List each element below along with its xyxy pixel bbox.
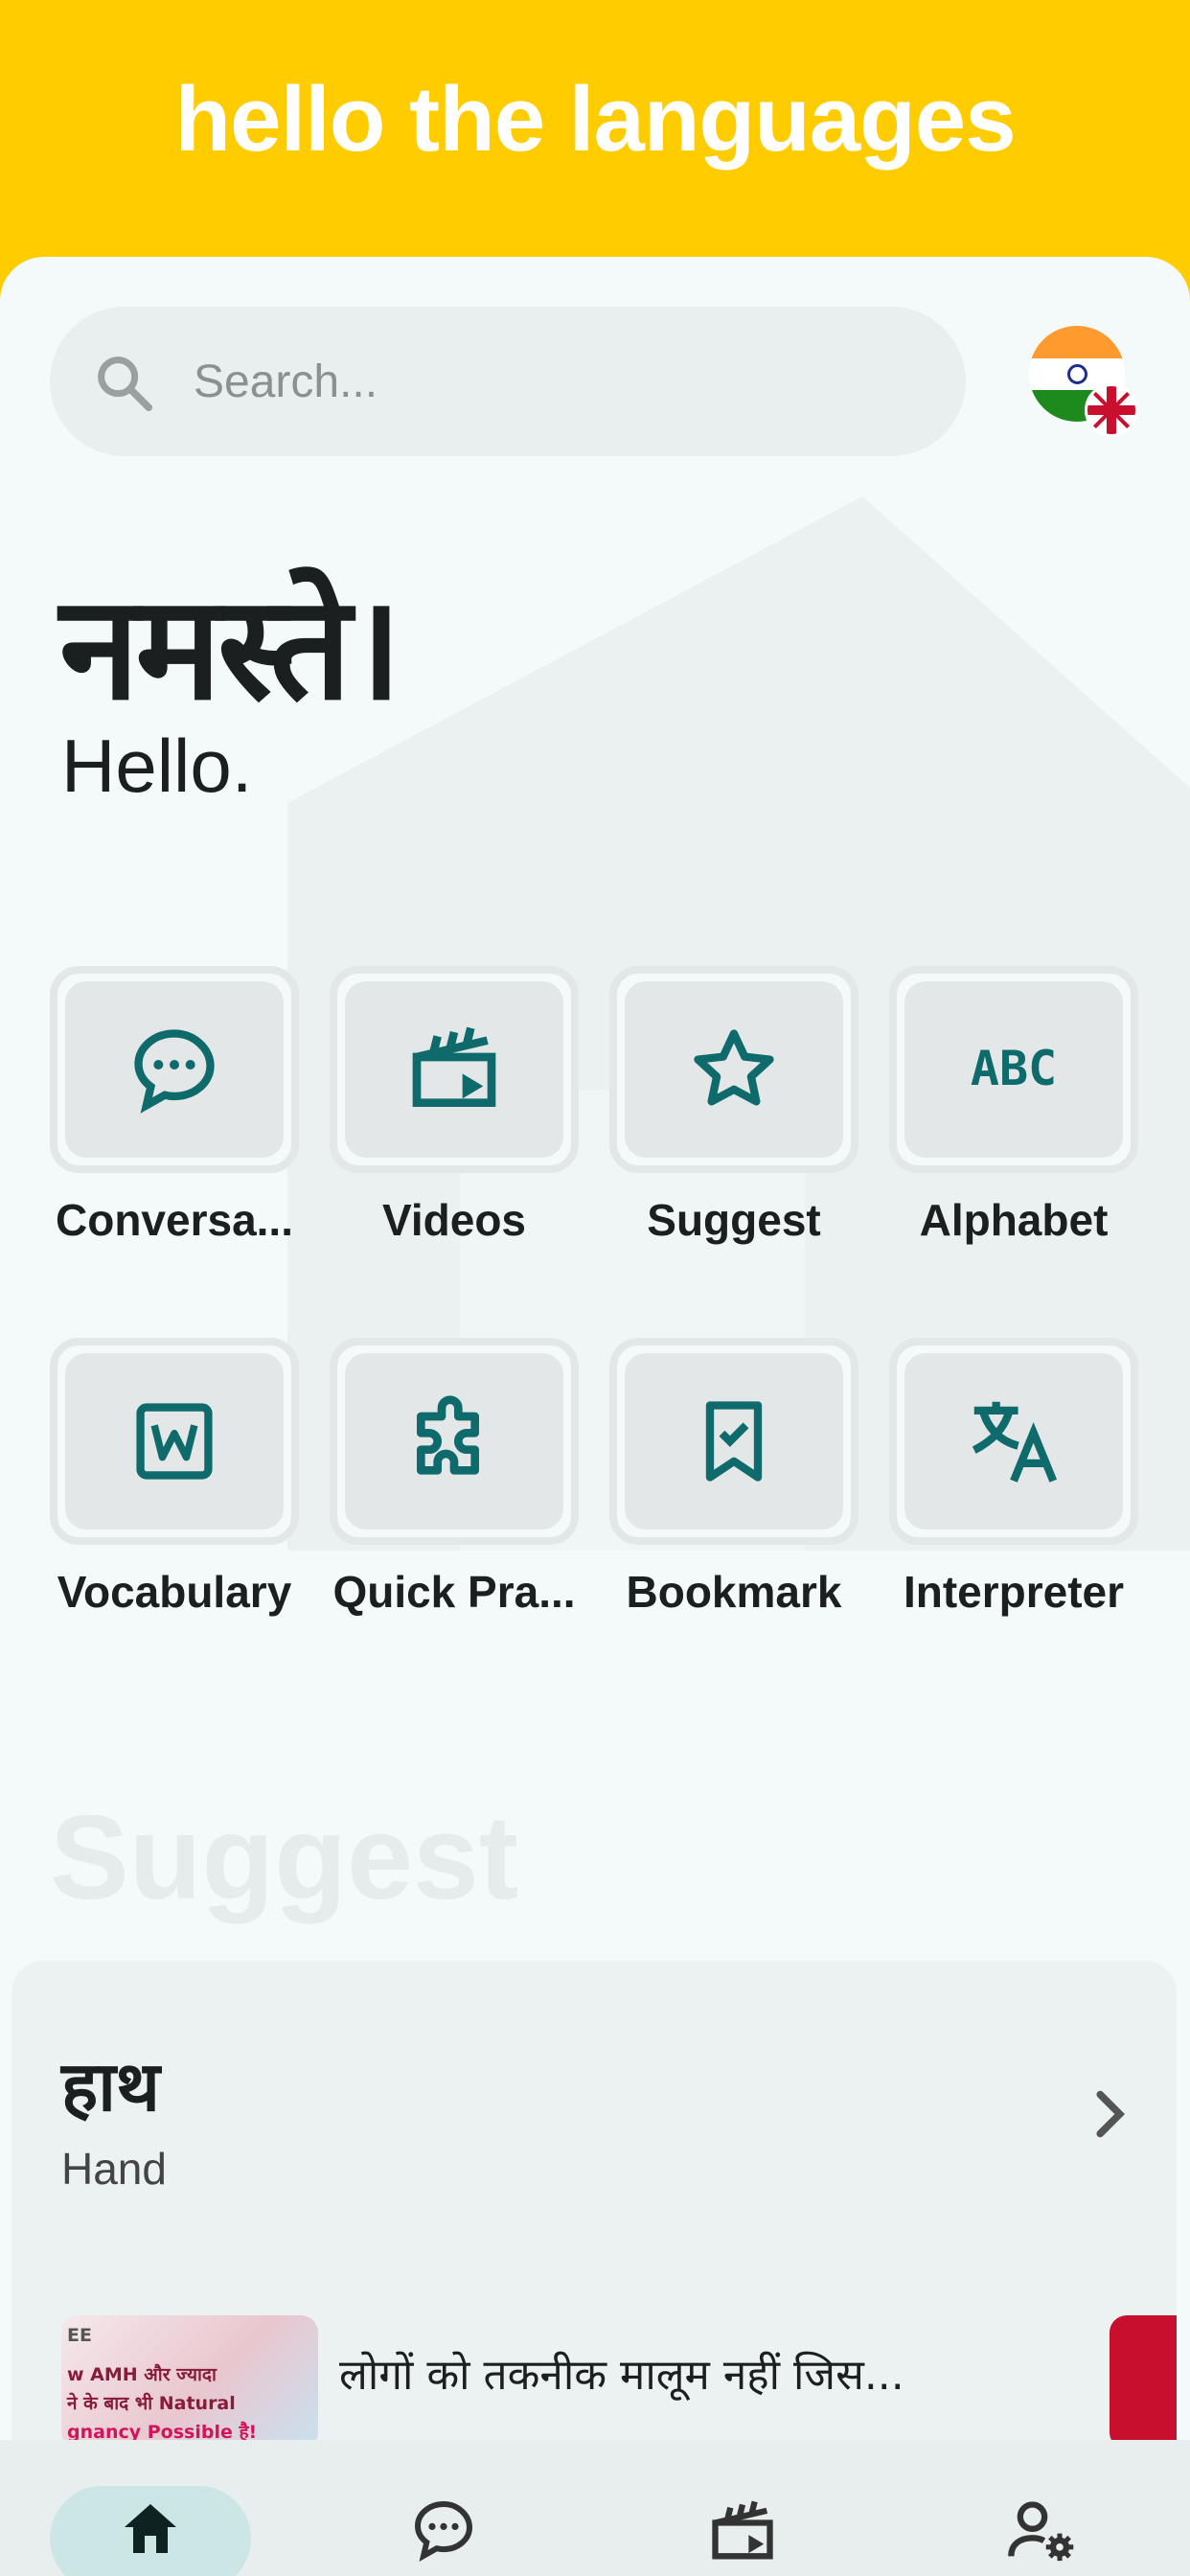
feature-conversation[interactable]: Conversa... <box>50 966 299 1246</box>
feature-label: Conversa... <box>56 1195 293 1245</box>
home-icon <box>125 2504 176 2553</box>
feature-videos[interactable]: Videos <box>330 966 579 1246</box>
word-document-icon <box>136 1403 213 1480</box>
chat-bubble-icon <box>134 1029 215 1114</box>
main-sheet: नमस्ते। Hello. Conversa... Videos <box>0 257 1190 2576</box>
greeting-native: नमस्ते। <box>59 565 402 732</box>
svg-text:ABC: ABC <box>971 1041 1057 1096</box>
chevron-right-icon[interactable] <box>1075 2081 1142 2148</box>
feature-quick-practice[interactable]: Quick Pra... <box>330 1338 579 1618</box>
abc-icon: ABC <box>971 1041 1057 1096</box>
chakra-icon <box>1067 364 1087 384</box>
clapperboard-icon <box>412 1026 496 1107</box>
video-title[interactable]: लोगों को तकनीक मालूम नहीं जिस... <box>339 2344 904 2402</box>
section-heading-suggest: Suggest <box>50 1792 519 1924</box>
uk-flag-icon[interactable] <box>1085 383 1138 437</box>
bookmark-check-icon <box>705 1401 763 1482</box>
search-input[interactable] <box>194 307 922 456</box>
feature-label: Videos <box>382 1195 526 1245</box>
feature-label: Interpreter <box>903 1567 1125 1617</box>
app-header: hello the languages <box>0 0 1190 278</box>
feature-suggest[interactable]: Suggest <box>609 966 858 1246</box>
user-settings-icon <box>1008 2501 1074 2562</box>
nav-profile-settings[interactable] <box>941 2440 1142 2576</box>
chat-bubble-icon <box>414 2500 473 2562</box>
suggested-word: हाथ <box>61 2046 160 2127</box>
clapperboard-icon <box>712 2500 773 2560</box>
feature-label: Vocabulary <box>57 1567 292 1617</box>
greeting-translation: Hello. <box>61 724 253 808</box>
search-bar[interactable] <box>50 307 966 456</box>
feature-alphabet[interactable]: ABC Alphabet <box>889 966 1138 1246</box>
star-icon <box>694 1029 774 1106</box>
feature-bookmark[interactable]: Bookmark <box>609 1338 858 1618</box>
feature-label: Quick Pra... <box>332 1567 576 1617</box>
nav-videos[interactable] <box>642 2440 843 2576</box>
translate-icon <box>972 1401 1058 1483</box>
nav-home[interactable] <box>50 2440 251 2576</box>
feature-vocabulary[interactable]: Vocabulary <box>50 1338 299 1618</box>
feature-interpreter[interactable]: Interpreter <box>889 1338 1138 1618</box>
app-title: hello the languages <box>174 68 1016 171</box>
bottom-navigation <box>0 2440 1190 2576</box>
suggested-word-translation: Hand <box>61 2144 167 2194</box>
puzzle-icon <box>417 1395 479 1475</box>
video-thumbnail[interactable]: EE w AMH और ज्यादा ने के बाद भी Natural … <box>61 2315 318 2450</box>
feature-label: Alphabet <box>919 1195 1109 1245</box>
nav-conversation[interactable] <box>343 2440 544 2576</box>
video-thumbnail-next[interactable] <box>1110 2315 1177 2450</box>
feature-label: Suggest <box>647 1195 821 1245</box>
feature-label: Bookmark <box>626 1567 842 1617</box>
search-icon <box>98 356 153 412</box>
